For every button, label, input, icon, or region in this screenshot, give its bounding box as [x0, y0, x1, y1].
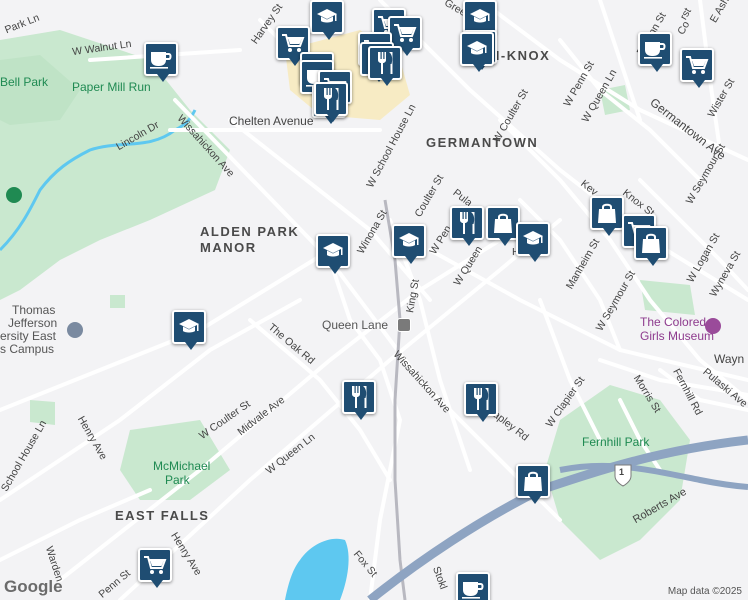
restaurant-icon	[471, 387, 491, 411]
poi-marker-school[interactable]	[463, 0, 497, 40]
park-mcmichael-2: Park	[165, 473, 190, 487]
shopping-cart-icon	[685, 55, 709, 75]
poi-marker-restaurant[interactable]	[368, 46, 402, 86]
street-wayn: Wayn	[714, 352, 745, 366]
shopping-bag-icon	[493, 212, 513, 234]
poi-jefferson-2: Jefferson	[8, 316, 58, 330]
coffee-icon	[643, 39, 667, 59]
restaurant-icon	[375, 51, 395, 75]
shopping-cart-icon	[281, 33, 305, 53]
poi-queen-lane-station: Queen Lane	[322, 318, 389, 332]
area-germantown: GERMANTOWN	[426, 135, 539, 150]
shopping-cart-icon	[143, 555, 167, 575]
poi-marker-restaurant[interactable]	[314, 82, 348, 122]
poi-museum-2: Girls Museum	[640, 329, 715, 343]
shopping-bag-icon	[597, 202, 617, 224]
poi-jefferson-4: s Campus	[0, 342, 55, 356]
school-icon	[398, 232, 420, 250]
restaurant-icon	[349, 385, 369, 409]
school-icon	[178, 318, 200, 336]
poi-marker-shopping-cart[interactable]	[680, 48, 714, 88]
street-chelten-ave: Chelten Avenue	[229, 114, 314, 128]
poi-marker-coffee[interactable]	[144, 42, 178, 82]
park-tree-icon	[6, 187, 22, 203]
poi-marker-restaurant[interactable]	[342, 380, 376, 420]
school-icon	[469, 8, 491, 26]
shopping-bag-icon	[523, 470, 543, 492]
poi-marker-school[interactable]	[316, 234, 350, 274]
map-canvas[interactable]: 1 GERMANTOWN ALDEN PARK MANOR EAST FALLS…	[0, 0, 748, 600]
poi-marker-restaurant[interactable]	[464, 382, 498, 422]
poi-jefferson-3: ersity East	[0, 329, 57, 343]
park-fernhill: Fernhill Park	[582, 435, 650, 449]
area-east-falls: EAST FALLS	[115, 508, 210, 523]
poi-marker-shopping-bag[interactable]	[486, 206, 520, 246]
restaurant-icon	[457, 211, 477, 235]
shopping-bag-icon	[641, 232, 661, 254]
poi-museum-1: The Colored	[640, 315, 707, 329]
school-icon	[522, 230, 544, 248]
poi-marker-shopping-bag[interactable]	[516, 464, 550, 504]
poi-marker-restaurant[interactable]	[450, 206, 484, 246]
area-alden-park: ALDEN PARK	[200, 224, 300, 239]
university-poi-icon	[67, 322, 83, 338]
school-icon	[316, 8, 338, 26]
poi-marker-school[interactable]	[172, 310, 206, 350]
poi-marker-school[interactable]	[392, 224, 426, 264]
poi-marker-shopping-bag[interactable]	[634, 226, 668, 266]
google-logo[interactable]: Google	[4, 577, 63, 597]
poi-marker-shopping-bag[interactable]	[590, 196, 624, 236]
shopping-cart-icon	[393, 23, 417, 43]
map-data-attribution[interactable]: Map data ©2025	[668, 586, 742, 597]
poi-marker-coffee[interactable]	[456, 572, 490, 600]
coffee-icon	[149, 49, 173, 69]
train-station-icon[interactable]	[397, 318, 411, 332]
restaurant-icon	[321, 87, 341, 111]
park-mcmichael-1: McMichael	[153, 459, 211, 473]
poi-marker-coffee[interactable]	[638, 32, 672, 72]
poi-marker-school[interactable]	[516, 222, 550, 262]
area-penn-knox: N-KNOX	[490, 48, 551, 63]
poi-jefferson-1: Thomas	[12, 303, 56, 317]
coffee-icon	[461, 579, 485, 599]
poi-marker-school[interactable]	[310, 0, 344, 40]
poi-marker-shopping-cart[interactable]	[138, 548, 172, 588]
route-1-label: 1	[619, 467, 625, 477]
poi-marker-school[interactable]	[460, 32, 494, 72]
park-paper-mill-run: Paper Mill Run	[72, 80, 151, 94]
school-icon	[466, 40, 488, 58]
school-icon	[322, 242, 344, 260]
area-alden-park-manor: MANOR	[200, 240, 257, 255]
park-bell-park: Bell Park	[0, 75, 49, 89]
small-park-4	[110, 295, 125, 308]
